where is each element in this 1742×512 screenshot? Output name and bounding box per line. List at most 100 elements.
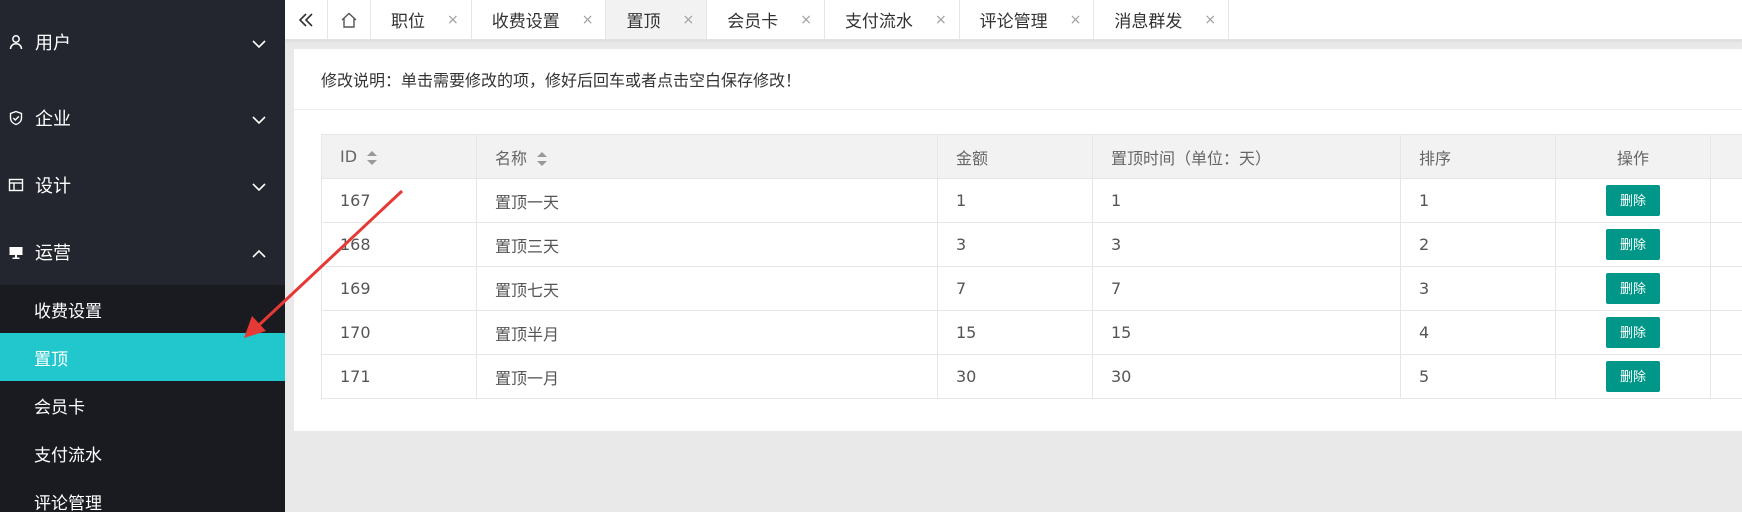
window-icon [7,176,25,194]
cell-sort[interactable]: 1 [1400,178,1556,223]
cell-actions: 删除 [1555,266,1711,311]
column-header-id[interactable]: ID [321,134,477,179]
cell-days[interactable]: 1 [1092,178,1401,223]
delete-button[interactable]: 删除 [1606,273,1660,304]
column-header-sort: 排序 [1400,134,1556,179]
sidebar-item-comment-management[interactable]: 评论管理 [0,477,285,512]
tab-comment-management[interactable]: 评论管理 × [960,0,1095,39]
tab-bar: 职位 × 收费设置 × 置顶 × 会员卡 × 支付流水 × 评论管理 × 消息群… [285,0,1742,40]
cell-actions: 删除 [1555,222,1711,267]
cell-actions: 删除 [1555,178,1711,223]
tab-label: 置顶 [626,12,661,32]
close-icon[interactable]: × [682,13,694,27]
cell-id: 170 [321,310,477,355]
cell-filler [1710,310,1742,355]
tab-position[interactable]: 职位 × [371,0,472,39]
tab-pin-top[interactable]: 置顶 × [606,0,708,39]
cell-amount[interactable]: 3 [937,222,1093,267]
column-header-filler [1710,134,1742,179]
cell-sort[interactable]: 4 [1400,310,1556,355]
sidebar-item-pin-top[interactable]: 置顶 [0,333,285,381]
delete-button[interactable]: 删除 [1606,185,1660,216]
chevron-down-icon [252,40,266,49]
column-header-days: 置顶时间（单位：天） [1092,134,1401,179]
content-panel: 修改说明：单击需要修改的项，修好后回车或者点击空白保存修改！ ID 名称 金额 … [294,49,1742,431]
sidebar-group-operations[interactable]: 运营 [0,218,285,285]
tab-fee-settings[interactable]: 收费设置 × [472,0,607,39]
double-chevron-left-icon [298,12,313,27]
tab-label: 职位 [391,12,425,32]
table-row: 167 置顶一天 1 1 1 删除 [321,178,1742,223]
cell-id: 171 [321,354,477,399]
sidebar-group-enterprise[interactable]: 企业 [0,84,285,151]
monitor-icon [7,243,25,261]
cell-sort[interactable]: 2 [1400,222,1556,267]
tab-label: 支付流水 [844,12,913,32]
cell-name[interactable]: 置顶一天 [476,178,938,223]
delete-button[interactable]: 删除 [1606,317,1660,348]
cell-name[interactable]: 置顶三天 [476,222,938,267]
close-icon[interactable]: × [447,13,459,27]
tab-label: 消息群发 [1114,12,1183,32]
tab-label: 评论管理 [979,12,1048,32]
chevron-down-icon [252,182,266,191]
table-row: 169 置顶七天 7 7 3 删除 [321,266,1742,311]
sidebar-item-payment-flow[interactable]: 支付流水 [0,429,285,477]
table-row: 171 置顶一月 30 30 5 删除 [321,354,1742,399]
app: 用户 企业 设计 运营 收费设置 置顶 会员卡 支付流水 评论管理 职位 × 收… [0,0,1742,512]
sidebar-group-user[interactable]: 用户 [0,0,285,84]
cell-filler [1710,222,1742,267]
tab-label: 会员卡 [727,12,779,32]
cell-id: 167 [321,178,477,223]
cell-name[interactable]: 置顶半月 [476,310,938,355]
sort-icon[interactable] [367,150,378,165]
tab-membership-card[interactable]: 会员卡 × [707,0,825,39]
sidebar-group-design[interactable]: 设计 [0,151,285,218]
tab-scroll-left-button[interactable] [285,0,328,39]
sidebar-group-label: 用户 [35,33,71,54]
sidebar-submenu-operations: 收费设置 置顶 会员卡 支付流水 评论管理 [0,285,285,512]
close-icon[interactable]: × [1070,13,1082,27]
user-icon [7,33,25,51]
cell-amount[interactable]: 1 [937,178,1093,223]
cell-amount[interactable]: 30 [937,354,1093,399]
cell-days[interactable]: 15 [1092,310,1401,355]
cell-actions: 删除 [1555,354,1711,399]
close-icon[interactable]: × [1204,13,1216,27]
column-header-amount: 金额 [937,134,1093,179]
delete-button[interactable]: 删除 [1606,229,1660,260]
cell-amount[interactable]: 15 [937,310,1093,355]
column-header-name[interactable]: 名称 [476,134,938,179]
sidebar-group-label: 设计 [35,175,71,197]
sort-icon[interactable] [537,152,548,166]
sidebar-item-fee-settings[interactable]: 收费设置 [0,285,285,333]
cell-id: 169 [321,266,477,311]
cell-sort[interactable]: 5 [1400,354,1556,399]
cell-amount[interactable]: 7 [937,266,1093,311]
cell-days[interactable]: 7 [1092,266,1401,311]
delete-button[interactable]: 删除 [1606,361,1660,392]
tab-payment-flow[interactable]: 支付流水 × [825,0,960,39]
pin-top-table: ID 名称 金额 置顶时间（单位：天） 排序 操作 167 置顶一天 1 1 1… [321,134,1742,399]
sidebar-group-label: 运营 [35,242,71,264]
cell-name[interactable]: 置顶七天 [476,266,938,311]
table-row: 170 置顶半月 15 15 4 删除 [321,310,1742,355]
sidebar-group-label: 企业 [35,108,71,130]
cell-filler [1710,354,1742,399]
close-icon[interactable]: × [935,13,947,27]
cell-actions: 删除 [1555,310,1711,355]
cell-days[interactable]: 3 [1092,222,1401,267]
tab-home[interactable] [328,0,371,39]
cell-days[interactable]: 30 [1092,354,1401,399]
chevron-up-icon [252,249,266,258]
sidebar-item-membership-card[interactable]: 会员卡 [0,381,285,429]
cell-filler [1710,178,1742,223]
column-header-label: 名称 [495,148,528,168]
tab-message-broadcast[interactable]: 消息群发 × [1094,0,1230,39]
close-icon[interactable]: × [800,13,812,27]
sidebar: 用户 企业 设计 运营 收费设置 置顶 会员卡 支付流水 评论管理 [0,0,285,512]
close-icon[interactable]: × [582,13,594,27]
cell-filler [1710,266,1742,311]
cell-sort[interactable]: 3 [1400,266,1556,311]
cell-name[interactable]: 置顶一月 [476,354,938,399]
